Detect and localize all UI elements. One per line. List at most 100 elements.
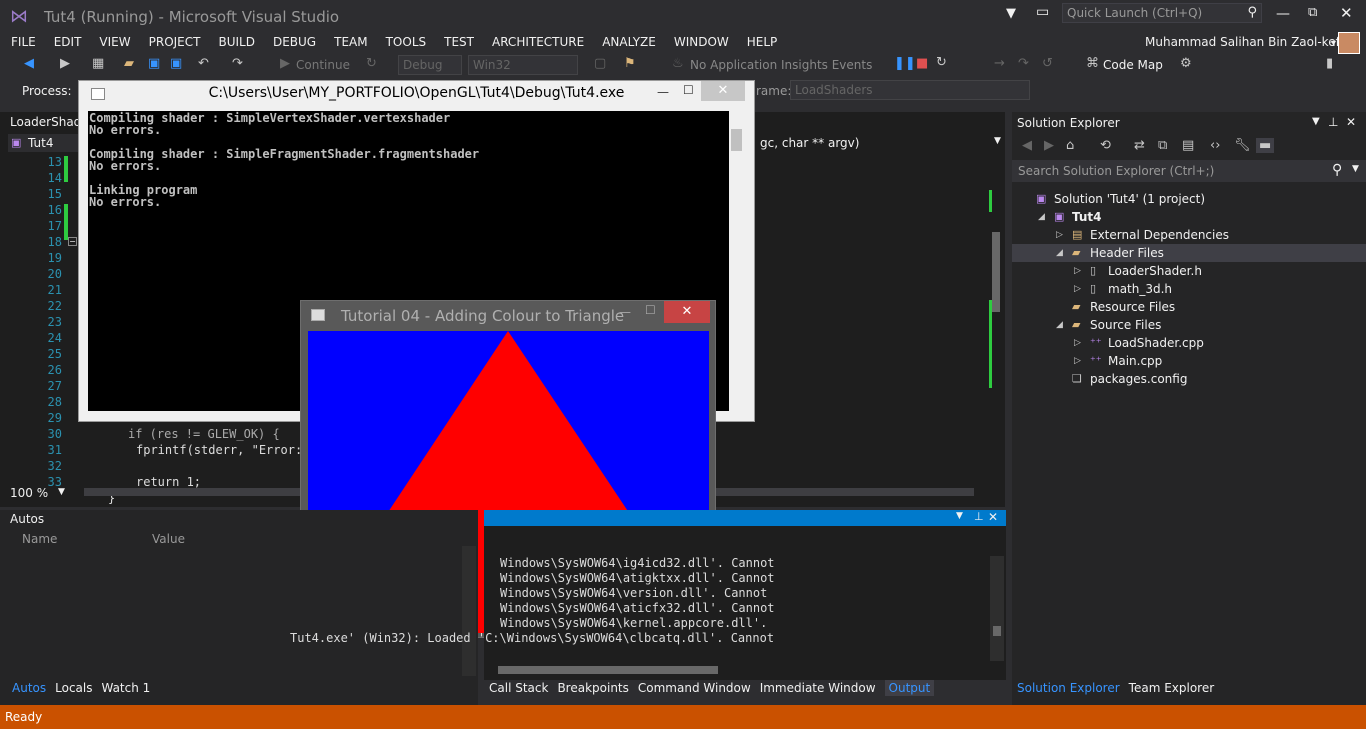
menu-build[interactable]: BUILD bbox=[209, 32, 263, 52]
close-icon[interactable]: ✕ bbox=[1346, 115, 1356, 129]
menu-edit[interactable]: EDIT bbox=[45, 32, 91, 52]
console-close-button[interactable]: ✕ bbox=[701, 81, 745, 101]
step-out-icon[interactable]: ↺ bbox=[1042, 56, 1053, 71]
menu-test[interactable]: TEST bbox=[435, 32, 483, 52]
collapsed-icon[interactable]: ▷ bbox=[1074, 262, 1081, 280]
save-all-icon[interactable]: ▣ bbox=[170, 56, 182, 71]
menu-team[interactable]: TEAM bbox=[325, 32, 376, 52]
gl-maximize-button[interactable]: ☐ bbox=[645, 303, 656, 317]
tree-item[interactable]: ◢ ▣ Tut4 bbox=[1012, 208, 1366, 226]
open-icon[interactable]: ▰ bbox=[124, 56, 134, 71]
tree-item[interactable]: ▷ ▤ External Dependencies bbox=[1012, 226, 1366, 244]
code-map-button[interactable]: Code Map bbox=[1103, 58, 1163, 72]
minimize-button[interactable]: — bbox=[1276, 6, 1290, 22]
tree-item[interactable]: ▷ ▯ math_3d.h bbox=[1012, 280, 1366, 298]
forward-icon[interactable]: ▶ bbox=[60, 56, 70, 71]
avatar[interactable] bbox=[1338, 32, 1360, 54]
properties-icon[interactable]: 🔧︎ bbox=[1234, 138, 1251, 153]
member-dropdown-arrow-icon[interactable]: ▼ bbox=[994, 136, 1001, 146]
pin-icon[interactable]: ⊥ bbox=[1328, 115, 1338, 129]
history-icon[interactable]: ⟲ bbox=[1100, 138, 1111, 153]
zoom-dropdown-icon[interactable]: ▼ bbox=[58, 487, 65, 497]
step-over-icon[interactable]: ↷ bbox=[1018, 56, 1029, 71]
menu-analyze[interactable]: ANALYZE bbox=[593, 32, 665, 52]
code-map-icon[interactable]: ⌘ bbox=[1086, 56, 1099, 71]
find-icon[interactable]: ⚑ bbox=[624, 56, 636, 71]
collapsed-icon[interactable]: ▷ bbox=[1074, 280, 1081, 298]
collapse-icon[interactable]: − bbox=[68, 237, 77, 246]
expanded-icon[interactable]: ◢ bbox=[1056, 244, 1063, 262]
se-search-input[interactable]: Search Solution Explorer (Ctrl+;) ⚲ ▼ bbox=[1012, 160, 1366, 182]
tree-item[interactable]: ◢ ▰ Header Files bbox=[1012, 244, 1366, 262]
output-text[interactable]: Windows\SysWOW64\ig4icd32.dll'. Cannot Wi… bbox=[270, 556, 775, 646]
col-value-header[interactable]: Value bbox=[152, 532, 185, 546]
forward-icon[interactable]: ▶ bbox=[1044, 138, 1054, 153]
tree-item[interactable]: ▣ Solution 'Tut4' (1 project) bbox=[1012, 190, 1366, 208]
redo-icon[interactable]: ↷ bbox=[232, 56, 243, 71]
filter-icon[interactable]: ▼ bbox=[1006, 6, 1016, 21]
back-icon[interactable]: ◀ bbox=[24, 56, 34, 71]
tab-breakpoints[interactable]: Breakpoints bbox=[557, 681, 628, 695]
save-icon[interactable]: ▣ bbox=[148, 56, 160, 71]
tree-item[interactable]: ▷ ▯ LoaderShader.h bbox=[1012, 262, 1366, 280]
tab-command-window[interactable]: Command Window bbox=[638, 681, 751, 695]
menu-project[interactable]: PROJECT bbox=[140, 32, 210, 52]
dropdown-icon[interactable]: ▼ bbox=[1312, 116, 1320, 127]
tab-locals[interactable]: Locals bbox=[55, 681, 92, 695]
tab-team-explorer[interactable]: Team Explorer bbox=[1129, 681, 1215, 695]
home-icon[interactable]: ⌂ bbox=[1066, 138, 1074, 153]
zoom-level[interactable]: 100 % bbox=[10, 486, 48, 500]
col-name-header[interactable]: Name bbox=[22, 532, 57, 546]
restart-debug-icon[interactable]: ↻ bbox=[936, 55, 947, 70]
output-close-icon[interactable]: ✕ bbox=[988, 510, 998, 524]
tab-immediate-window[interactable]: Immediate Window bbox=[760, 681, 876, 695]
attach-icon[interactable]: ▢ bbox=[594, 56, 606, 71]
tree-item[interactable]: ❏ packages.config bbox=[1012, 370, 1366, 388]
tab-watch-1[interactable]: Watch 1 bbox=[101, 681, 150, 695]
tab-autos[interactable]: Autos bbox=[12, 681, 46, 695]
continue-button[interactable]: Continue bbox=[296, 58, 350, 72]
menu-view[interactable]: VIEW bbox=[90, 32, 139, 52]
member-dropdown[interactable]: gc, char ** argv) bbox=[760, 136, 859, 150]
tree-item[interactable]: ▷ ⁺⁺ LoadShader.cpp bbox=[1012, 334, 1366, 352]
feedback-icon[interactable]: ▭ bbox=[1036, 4, 1049, 20]
gl-minimize-button[interactable]: — bbox=[619, 305, 631, 319]
bookmark-icon[interactable]: ▮ bbox=[1326, 56, 1333, 71]
menu-window[interactable]: WINDOW bbox=[665, 32, 738, 52]
pause-icon[interactable]: ❚❚ bbox=[894, 56, 916, 71]
collapsed-icon[interactable]: ▷ bbox=[1056, 226, 1063, 244]
file-dropdown[interactable]: LoaderShade bbox=[10, 115, 89, 129]
restart-icon[interactable]: ↻ bbox=[366, 56, 377, 71]
tree-item[interactable]: ▰ Resource Files bbox=[1012, 298, 1366, 316]
restore-button[interactable]: ⧉ bbox=[1308, 5, 1317, 20]
search-dropdown-icon[interactable]: ▼ bbox=[1352, 164, 1359, 174]
code-icon[interactable]: ‹› bbox=[1210, 138, 1220, 153]
menu-help[interactable]: HELP bbox=[738, 32, 787, 52]
output-vscroll[interactable] bbox=[990, 556, 1004, 661]
tab-call-stack[interactable]: Call Stack bbox=[489, 681, 548, 695]
preview-icon[interactable]: ▬ bbox=[1256, 138, 1275, 153]
menu-architecture[interactable]: ARCHITECTURE bbox=[483, 32, 593, 52]
console-scrollbar[interactable] bbox=[729, 111, 744, 411]
tab-output[interactable]: Output bbox=[884, 680, 935, 696]
output-pin-icon[interactable]: ⊥ bbox=[974, 510, 984, 523]
show-all-icon[interactable]: ▤ bbox=[1182, 138, 1194, 153]
tab-solution-explorer[interactable]: Solution Explorer bbox=[1017, 681, 1120, 695]
menu-file[interactable]: FILE bbox=[2, 32, 45, 52]
collapse-all-icon[interactable]: ⧉ bbox=[1158, 138, 1167, 153]
back-icon[interactable]: ◀ bbox=[1022, 138, 1032, 153]
menu-debug[interactable]: DEBUG bbox=[264, 32, 325, 52]
editor-tab-tut4[interactable]: ▣ Tut4 bbox=[8, 134, 78, 152]
console-maximize-button[interactable]: ☐ bbox=[683, 83, 694, 97]
insights-icon[interactable]: ♨ bbox=[672, 56, 684, 71]
close-button[interactable]: ✕ bbox=[1340, 4, 1353, 22]
expanded-icon[interactable]: ◢ bbox=[1056, 316, 1063, 334]
collapsed-icon[interactable]: ▷ bbox=[1074, 352, 1081, 370]
stop-icon[interactable]: ■ bbox=[916, 56, 928, 71]
config-dropdown[interactable]: Debug bbox=[398, 55, 462, 75]
expanded-icon[interactable]: ◢ bbox=[1038, 208, 1045, 226]
undo-icon[interactable]: ↶ bbox=[198, 56, 209, 71]
tree-item[interactable]: ◢ ▰ Source Files bbox=[1012, 316, 1366, 334]
sync-icon[interactable]: ⇄ bbox=[1134, 138, 1145, 153]
gl-close-button[interactable]: ✕ bbox=[664, 301, 710, 323]
